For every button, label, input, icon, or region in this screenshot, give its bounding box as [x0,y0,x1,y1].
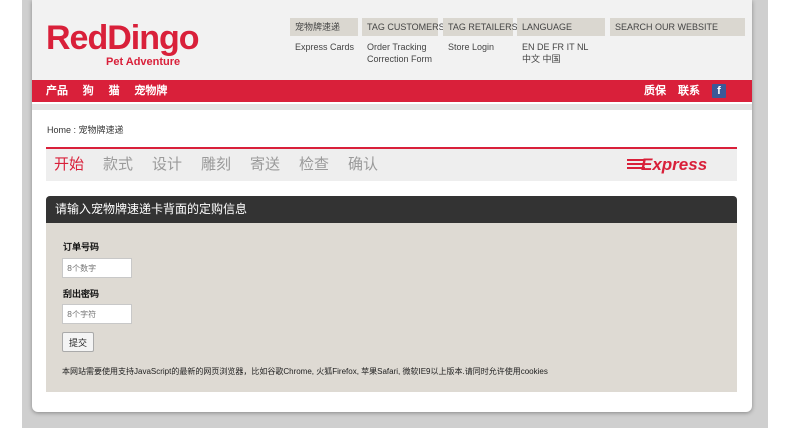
main-navigation-bar: 产品 狗 猫 宠物牌 质保 联系 f [32,80,752,102]
order-number-input[interactable] [62,258,132,278]
step-start: 开始 [54,156,85,173]
scratch-code-label: 刮出密码 [63,289,100,299]
order-info-form: 请输入宠物牌速递卡背面的定购信息 订单号码 刮出密码 提交 本网站需要使用支持J… [46,196,737,392]
store-login-link[interactable]: Store Login [448,41,513,53]
lang-zh-link[interactable]: 中文 [522,54,540,64]
scratch-code-input[interactable] [62,304,132,324]
step-design: 设计 [152,156,183,173]
submit-button[interactable]: 提交 [62,332,95,352]
topnav-express-cards: 宠物牌速递 Express Cards [290,18,358,53]
nav-contact[interactable]: 联系 [678,80,700,102]
order-number-label: 订单号码 [63,242,100,252]
nav-dog[interactable]: 狗 [83,85,94,97]
nav-products[interactable]: 产品 [46,85,68,97]
step-engrave: 雕刻 [201,156,232,173]
topnav-language: LANGUAGE EN DE FR IT NL 中文 中国 [517,18,605,65]
reddingo-logo[interactable]: RedDingo Pet Adventure [46,20,226,72]
nav-warranty[interactable]: 质保 [644,80,666,102]
topnav-tag-customers: TAG CUSTOMERS Order Tracking Correction … [362,18,445,65]
browser-requirement-notice: 本网站需要使用支持JavaScript的最新的网页浏览器，比如谷歌Chrome,… [62,367,548,376]
topnav-customers-heading[interactable]: TAG CUSTOMERS [362,18,445,36]
topnav-express-heading[interactable]: 宠物牌速递 [290,18,358,36]
facebook-icon[interactable]: f [712,84,726,98]
nav-cat[interactable]: 猫 [109,85,120,97]
step-review: 检查 [299,156,330,173]
site-header: RedDingo Pet Adventure 宠物牌速递 Express Car… [32,0,752,80]
lang-current: 中国 [542,54,561,64]
page-card: RedDingo Pet Adventure 宠物牌速递 Express Car… [32,0,752,412]
form-title: 请输入宠物牌速递卡背面的定购信息 [46,196,737,223]
topnav-retailers-heading[interactable]: TAG RETAILERS [443,18,518,36]
search-website-field[interactable]: SEARCH OUR WEBSITE [610,18,745,36]
express-logo: Express [627,155,727,175]
topnav-tag-retailers: TAG RETAILERS Store Login [443,18,518,53]
correction-form-link[interactable]: Correction Form [367,53,438,65]
step-style: 款式 [103,156,134,173]
step-confirm: 确认 [348,156,379,173]
lang-de-link[interactable]: DE [537,42,550,52]
topnav-search: SEARCH OUR WEBSITE [610,18,745,36]
progress-steps: 开始 款式 设计 雕刻 寄送 检查 确认 Express [46,147,737,181]
express-wordmark: Express [641,155,708,174]
express-cards-link[interactable]: Express Cards [295,41,358,53]
header-divider [32,104,752,110]
lang-fr-link[interactable]: FR [552,42,564,52]
lang-en-link[interactable]: EN [522,42,535,52]
topnav-language-heading: LANGUAGE [517,18,605,36]
logo-wordmark: RedDingo [46,19,200,57]
step-shipping: 寄送 [250,156,281,173]
lang-nl-link[interactable]: NL [577,42,588,52]
nav-pet-tags[interactable]: 宠物牌 [134,85,167,97]
logo-tagline: Pet Adventure [106,56,181,68]
breadcrumb: Home : 宠物牌速递 [47,125,124,135]
order-tracking-link[interactable]: Order Tracking [367,41,438,53]
lang-it-link[interactable]: IT [567,42,575,52]
